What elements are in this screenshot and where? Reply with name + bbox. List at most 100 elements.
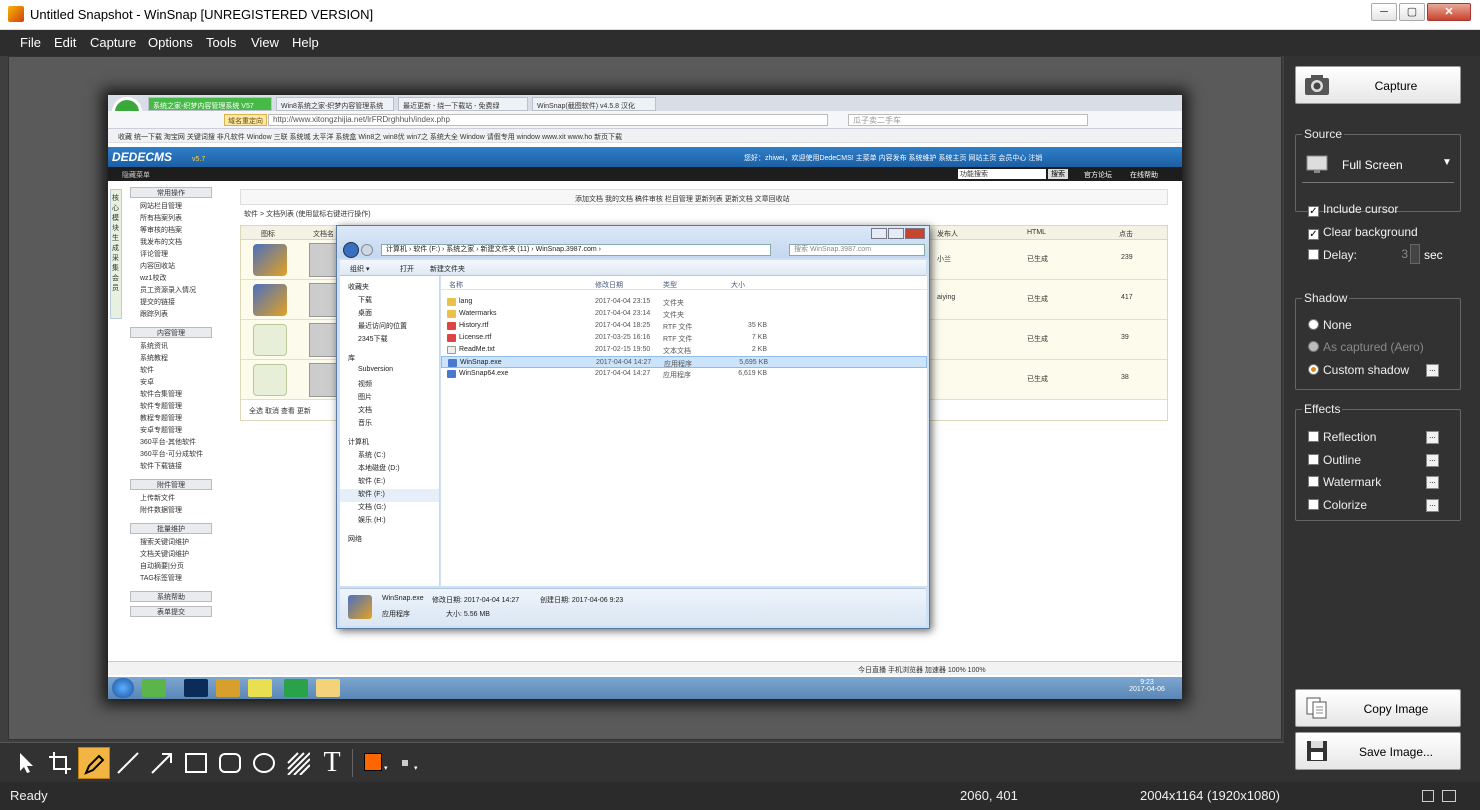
clear-background-checkbox[interactable]: ✓ Clear background [1308,225,1418,240]
ex-min-icon [871,228,887,239]
side-item: 软件合集管理 [140,391,182,398]
watermark-settings-button[interactable]: ... [1426,476,1439,489]
side-item: wz1校改 [140,275,167,282]
crop-tool[interactable] [44,747,76,779]
file-row: Watermarks 2017-04-04 23:14 文件夹 [441,308,927,320]
file-row: WinSnap64.exe 2017-04-04 14:27 应用程序 6,619 K… [441,368,927,380]
drawing-toolbar: T ▾ ▾ [0,742,1284,782]
delay-checkbox[interactable]: Delay: [1308,248,1357,262]
shadow-none-radio[interactable]: None [1308,318,1352,332]
clicks-cell: 417 [1121,294,1133,301]
close-button[interactable]: ✕ [1427,3,1471,21]
file-name: WinSnap64.exe [459,370,509,377]
ex-max-icon [888,228,904,239]
app-taskbar-icon [284,679,308,697]
outline-settings-button[interactable]: ... [1426,454,1439,467]
snapshot-canvas[interactable]: 系统之家-织梦内容管理系统 V57 Win8系统之家-织梦内容管理系统 最近更新… [8,56,1282,740]
colorize-checkbox[interactable]: Colorize [1308,498,1367,512]
rounded-rectangle-icon [219,753,241,773]
reflection-checkbox[interactable]: Reflection [1308,430,1376,444]
pen-tool[interactable] [78,747,110,779]
include-cursor-label: Include cursor [1323,202,1399,216]
ellipse-tool[interactable] [248,747,280,779]
menu-help[interactable]: Help [292,35,319,50]
nav-item: 最近访问的位置 [358,323,407,330]
col-size-header: 大小 [731,282,745,289]
captured-image[interactable]: 系统之家-织梦内容管理系统 V57 Win8系统之家-织梦内容管理系统 最近更新… [108,95,1182,699]
col-date-header: 修改日期 [595,282,623,289]
rectangle-tool[interactable] [180,747,212,779]
watermark-checkbox[interactable]: Watermark [1308,475,1381,489]
file-name: lang [459,298,473,305]
explorer-titlebar: 计算机 › 软件 (F:) › 系统之家 › 新建文件夹 (11) › WinS… [337,226,929,258]
floppy-disk-icon [1307,741,1327,761]
unchecked-box-icon [1308,454,1319,465]
menu-capture[interactable]: Capture [90,35,136,50]
winsnap-file-icon [348,595,372,619]
file-name: History.rtf [459,322,489,329]
shadow-settings-button[interactable]: ... [1426,364,1439,377]
text-tool[interactable]: T [316,747,348,779]
publisher-cell: aiying [937,294,956,301]
image-dimensions: 2004x1164 (1920x1080) [1140,788,1280,803]
unchecked-box-icon [1308,431,1319,442]
file-list-header: 名称 修改日期 类型 大小 [441,276,927,290]
fit-window-icon[interactable] [1422,790,1434,802]
menu-file[interactable]: File [20,35,41,50]
outline-checkbox[interactable]: Outline [1308,453,1361,467]
file-row: lang 2017-04-04 23:15 文件夹 [441,296,927,308]
favorites-bar: 收藏 统一下载 淘宝网 关键词搜 非凡软件 Window 三联 系统城 太平洋 … [108,129,1182,143]
status-bar: Ready 2060, 401 2004x1164 (1920x1080) [0,782,1480,810]
colorize-settings-button[interactable]: ... [1426,499,1439,512]
clock-time: 9:23 [1140,679,1154,686]
browser-status-bar: 今日直播 手机浏览器 加速器 100% 100% [108,661,1182,675]
capture-button[interactable]: Capture [1295,66,1461,104]
save-image-button[interactable]: Save Image... [1295,732,1461,770]
menu-edit[interactable]: Edit [54,35,76,50]
delay-spinner[interactable] [1410,244,1420,264]
check-icon: ✓ [1308,229,1319,240]
source-dropdown[interactable]: Full Screen ▼ [1302,153,1454,183]
window-title: Untitled Snapshot - WinSnap [UNREGISTERE… [30,7,374,22]
nav-item: 音乐 [358,420,372,427]
hide-menu-link: 隐藏菜单 [122,172,150,179]
status-ready: Ready [10,788,48,803]
rounded-rectangle-tool[interactable] [214,747,246,779]
side-item: 360平台-其他软件 [140,439,197,446]
save-image-label: Save Image... [1358,745,1434,759]
arrow-tool[interactable] [146,747,178,779]
maximize-button[interactable]: ▢ [1399,3,1425,21]
actual-size-icon[interactable] [1442,790,1456,802]
shadow-aero-radio: As captured (Aero) [1308,340,1424,354]
colorize-label: Colorize [1323,498,1368,512]
explorer-window: 计算机 › 软件 (F:) › 系统之家 › 新建文件夹 (11) › WinS… [336,225,930,629]
shadow-aero-label: As captured (Aero) [1323,340,1424,354]
html-cell: 已生成 [1027,376,1048,383]
forward-icon [361,244,373,256]
side-item: 网站栏目管理 [140,203,182,210]
line-tool[interactable] [112,747,144,779]
menu-view[interactable]: View [251,35,279,50]
reflection-settings-button[interactable]: ... [1426,431,1439,444]
file-date: 2017-04-04 23:14 [595,310,651,317]
line-width-picker[interactable]: ▾ [392,747,424,779]
line-width-swatch [402,760,408,766]
copy-image-button[interactable]: Copy Image [1295,689,1461,727]
side-group-title: 表单提交 [130,606,212,617]
side-item: 系统资讯 [140,343,168,350]
minimize-button[interactable]: ─ [1371,3,1397,21]
include-cursor-checkbox[interactable]: ✓ Include cursor [1308,202,1398,217]
menu-tools[interactable]: Tools [206,35,236,50]
color-picker[interactable]: ▾ [358,747,390,779]
effects-legend: Effects [1302,402,1343,416]
side-group-title: 批量维护 [130,523,212,534]
file-size: 6,619 KB [738,370,767,377]
select-pointer-tool[interactable] [10,747,42,779]
nav-item: 娱乐 (H:) [358,517,386,524]
winsnap-app-icon [8,6,24,22]
shadow-custom-radio[interactable]: Custom shadow [1308,363,1409,377]
menu-options[interactable]: Options [148,35,193,50]
hatch-tool[interactable] [282,747,314,779]
explorer-taskbar-icon [316,679,340,697]
delay-input[interactable]: 3 [1388,244,1408,264]
